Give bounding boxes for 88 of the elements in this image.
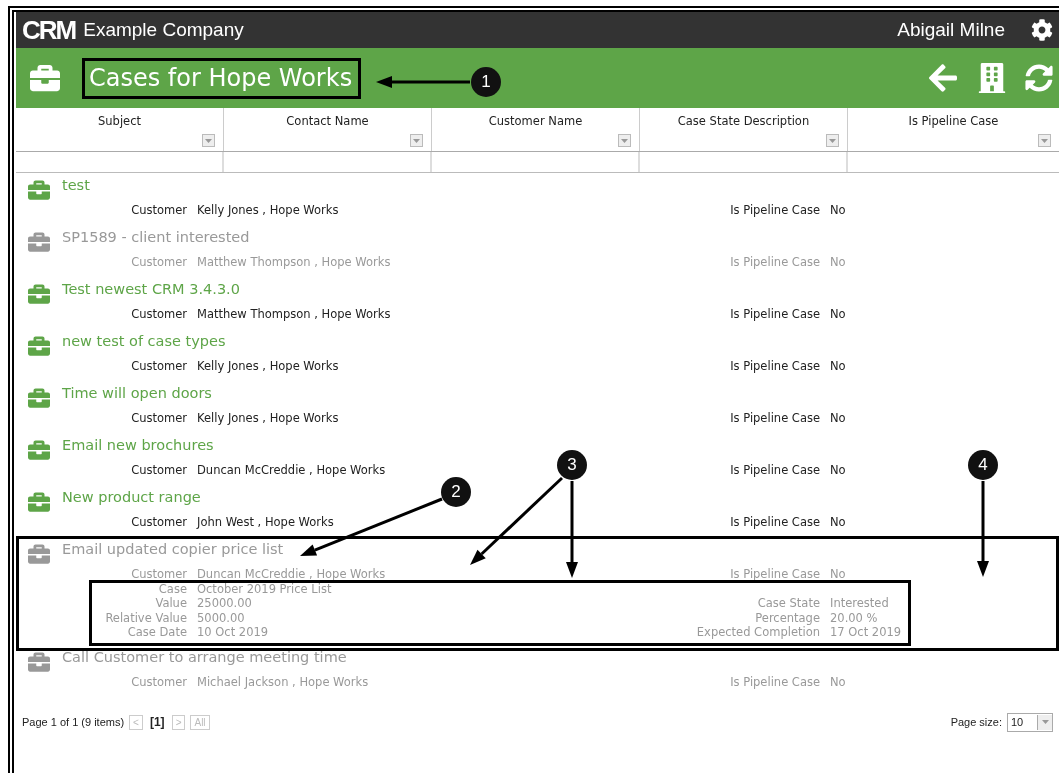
field-label: Case Date — [126, 625, 187, 640]
field-label: Customer — [130, 515, 187, 530]
field-label: Is Pipeline Case — [729, 203, 820, 218]
filter-dropdown[interactable] — [618, 134, 631, 147]
caret-icon — [205, 138, 212, 143]
caret-icon — [413, 138, 420, 143]
column-header[interactable]: Subject — [98, 114, 141, 151]
field-label: Expected Completion — [695, 625, 820, 640]
field-label: Is Pipeline Case — [729, 359, 820, 374]
field-label: Is Pipeline Case — [729, 674, 820, 690]
field-label: Value — [154, 596, 187, 611]
column-header[interactable]: Is Pipeline Case — [908, 114, 999, 151]
field-label: Relative Value — [104, 610, 187, 625]
case-title-link[interactable]: Email new brochures — [62, 435, 214, 455]
briefcase-icon — [30, 63, 60, 93]
field-label: Is Pipeline Case — [729, 463, 820, 478]
field-value: No — [830, 567, 846, 582]
field-value: No — [830, 359, 846, 374]
field-value: 17 Oct 2019 — [830, 625, 902, 640]
user-name[interactable]: Abigail Milne — [897, 19, 1005, 41]
case-title-link[interactable]: Time will open doors — [62, 383, 212, 403]
settings-icon[interactable] — [1031, 19, 1053, 41]
field-label: Customer — [130, 203, 187, 218]
filter-dropdown[interactable] — [1038, 134, 1051, 147]
field-label: Is Pipeline Case — [729, 515, 820, 530]
field-label: Customer — [130, 359, 187, 374]
field-label: Customer — [130, 411, 187, 426]
current-page[interactable]: [1] — [149, 715, 165, 729]
back-arrow-icon[interactable] — [927, 62, 959, 94]
column-header[interactable]: Customer Name — [488, 114, 583, 151]
crm-logo: CRM — [22, 17, 76, 43]
all-pages-button[interactable]: All — [190, 714, 210, 730]
field-label: Is Pipeline Case — [729, 255, 820, 270]
refresh-icon[interactable] — [1025, 64, 1053, 92]
field-label: Case — [157, 581, 187, 596]
field-value: Matthew Thompson , Hope Works — [197, 307, 391, 322]
caret-icon — [829, 138, 836, 143]
case-title-link[interactable]: Email updated copier price list — [62, 539, 284, 559]
field-value: No — [830, 411, 846, 426]
field-label: Customer — [130, 674, 187, 690]
field-value: Kelly Jones , Hope Works — [197, 359, 339, 374]
filter-dropdown[interactable] — [202, 134, 215, 147]
field-value: No — [830, 463, 846, 478]
field-label: Percentage — [754, 610, 820, 625]
page-title: Cases for Hope Works — [82, 57, 362, 99]
page-summary: Page 1 of 1 (9 items) — [22, 716, 125, 728]
field-value: No — [830, 674, 846, 690]
field-value: 25000.00 — [197, 596, 252, 611]
field-value: 5000.00 — [197, 610, 245, 625]
prev-page-button[interactable]: < — [129, 714, 143, 730]
field-value: 20.00 % — [830, 610, 878, 625]
field-value: No — [830, 515, 846, 530]
case-title-link[interactable]: Call Customer to arrange meeting time — [62, 646, 347, 667]
case-title-link[interactable]: Test newest CRM 3.4.3.0 — [62, 279, 240, 299]
field-value: No — [830, 307, 846, 322]
filter-dropdown[interactable] — [826, 134, 839, 147]
field-label: Customer — [130, 463, 187, 478]
next-page-button[interactable]: > — [171, 714, 186, 730]
field-value: Duncan McCreddie , Hope Works — [197, 463, 386, 478]
field-label: Is Pipeline Case — [729, 307, 820, 322]
field-value: No — [830, 203, 846, 218]
field-value: Kelly Jones , Hope Works — [197, 203, 339, 218]
case-title-link[interactable]: SP1589 - client interested — [62, 227, 250, 247]
field-label: Customer — [130, 567, 187, 582]
case-title-link[interactable]: new test of case types — [62, 331, 226, 351]
case-title-link[interactable]: test — [62, 175, 90, 195]
field-value: Interested — [830, 596, 889, 611]
company-name: Example Company — [83, 19, 245, 41]
caret-icon — [1041, 138, 1048, 143]
page-size-label: Page size: — [950, 716, 1002, 728]
page-size-select[interactable]: 10 — [1007, 712, 1053, 732]
field-value: Kelly Jones , Hope Works — [197, 411, 339, 426]
field-label: Is Pipeline Case — [729, 411, 820, 426]
field-label: Customer — [130, 307, 187, 322]
caret-icon — [621, 138, 628, 143]
field-label: Is Pipeline Case — [729, 567, 820, 582]
field-value: John West , Hope Works — [197, 515, 334, 530]
building-icon[interactable] — [977, 63, 1007, 93]
column-header[interactable]: Case State Description — [677, 114, 810, 151]
column-header[interactable]: Contact Name — [286, 114, 369, 151]
field-label: Customer — [130, 255, 187, 270]
filter-dropdown[interactable] — [410, 134, 423, 147]
caret-icon — [1041, 720, 1049, 724]
case-title-link[interactable]: New product range — [62, 487, 201, 507]
field-value: 10 Oct 2019 — [197, 625, 269, 640]
field-value: No — [830, 255, 846, 270]
field-label: Case State — [756, 596, 820, 611]
field-value: October 2019 Price List — [197, 581, 332, 596]
